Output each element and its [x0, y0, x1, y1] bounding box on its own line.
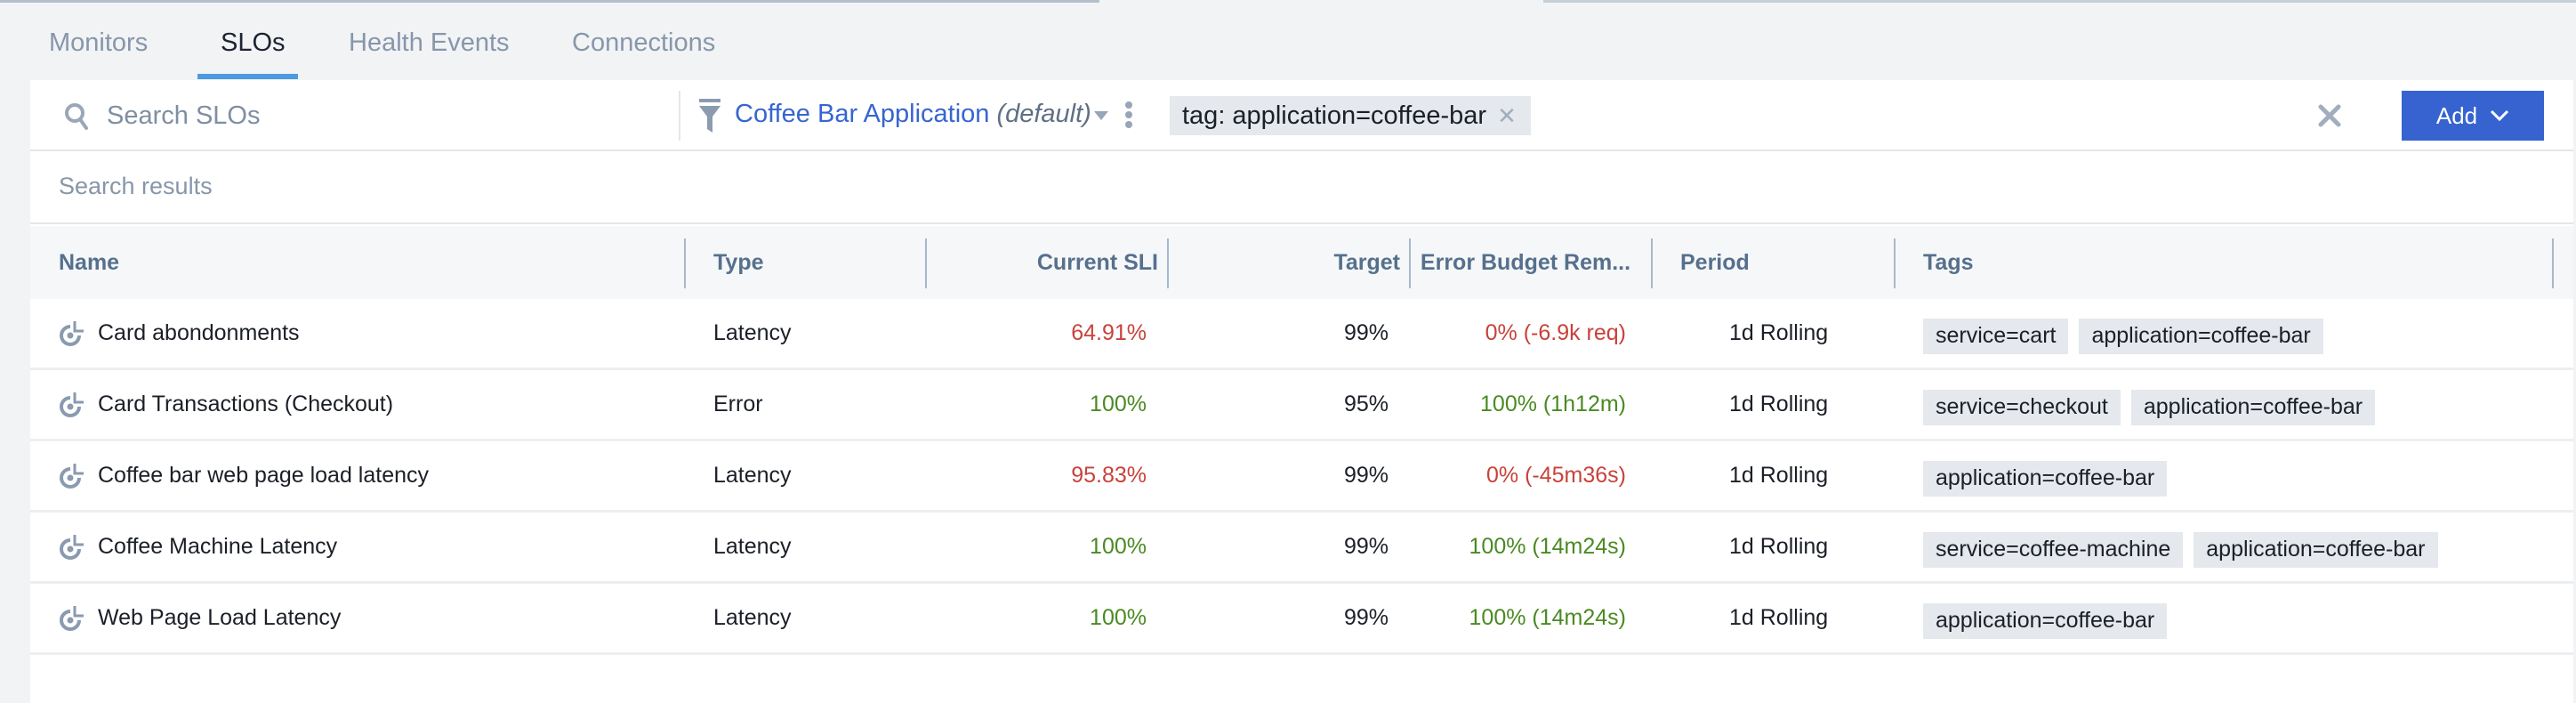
- slo-name-link[interactable]: Coffee bar web page load latency: [98, 463, 429, 489]
- filter-chip-label: tag: application=coffee-bar: [1182, 101, 1487, 130]
- target-value: 99%: [1343, 463, 1389, 488]
- error-budget-value: 100% (1h12m): [1480, 392, 1626, 416]
- slo-name-cell: Card abondonments: [59, 299, 300, 368]
- add-button[interactable]: Add: [2402, 91, 2544, 141]
- slo-type: Latency: [713, 605, 792, 630]
- current-sli-value: 64.91%: [1071, 320, 1147, 345]
- slo-name-link[interactable]: Coffee Machine Latency: [98, 534, 337, 560]
- caret-down-icon[interactable]: [1094, 111, 1108, 120]
- column-header-tags[interactable]: Tags: [1923, 226, 1974, 299]
- column-header-target[interactable]: Target: [1167, 226, 1400, 299]
- slo-name-cell: Card Transactions (Checkout): [59, 370, 393, 439]
- table-row[interactable]: Coffee Machine Latency Latency 100% 99% …: [30, 513, 2573, 584]
- tag-chip[interactable]: application=coffee-bar: [2079, 318, 2323, 354]
- column-resize-handle[interactable]: [1894, 238, 1896, 288]
- slo-icon: [60, 605, 84, 631]
- slo-type: Latency: [713, 463, 792, 488]
- saved-filter-name: Coffee Bar Application: [735, 100, 990, 128]
- slo-type: Latency: [713, 534, 792, 559]
- chevron-down-icon: [2491, 109, 2509, 122]
- slo-name-link[interactable]: Card Transactions (Checkout): [98, 392, 393, 417]
- tab-bar: Monitors SLOs Health Events Connections: [0, 0, 2576, 80]
- table-body: Card abondonments Latency 64.91% 99% 0% …: [30, 299, 2573, 655]
- slo-icon: [60, 534, 84, 560]
- column-resize-handle[interactable]: [2552, 238, 2554, 288]
- filter-icon: [699, 99, 720, 133]
- search-results-label: Search results: [59, 173, 213, 199]
- target-value: 99%: [1343, 320, 1389, 345]
- tab-health-events[interactable]: Health Events: [349, 28, 510, 58]
- table-header: Name Type Current SLI Target Error Budge…: [30, 226, 2573, 299]
- period-value: 1d Rolling: [1729, 320, 1829, 345]
- column-header-current-sli[interactable]: Current SLI: [925, 226, 1158, 299]
- slo-type: Error: [713, 392, 763, 416]
- slo-name-cell: Coffee bar web page load latency: [59, 441, 429, 510]
- current-sli-value: 95.83%: [1071, 463, 1147, 488]
- active-tab-indicator: [197, 74, 298, 79]
- error-budget-value: 0% (-45m36s): [1486, 463, 1626, 488]
- current-sli-value: 100%: [1090, 605, 1147, 630]
- column-resize-handle[interactable]: [684, 238, 686, 288]
- slo-icon: [60, 320, 84, 346]
- tag-chip[interactable]: application=coffee-bar: [2130, 389, 2376, 425]
- error-budget-value: 0% (-6.9k req): [1485, 320, 1626, 345]
- tags-cell: service=cart application=coffee-bar: [1923, 299, 2334, 368]
- slo-name-cell: Coffee Machine Latency: [59, 513, 337, 581]
- search-toolbar: Coffee Bar Application(default) tag: app…: [30, 80, 2573, 151]
- add-button-label: Add: [2435, 101, 2478, 129]
- error-budget-value: 100% (14m24s): [1469, 534, 1626, 559]
- tags-cell: service=coffee-machine application=coffee…: [1923, 513, 2449, 581]
- period-value: 1d Rolling: [1729, 534, 1829, 559]
- slo-panel: Coffee Bar Application(default) tag: app…: [30, 80, 2573, 703]
- slo-name-link[interactable]: Web Page Load Latency: [98, 605, 341, 631]
- saved-filter-selector[interactable]: Coffee Bar Application (default): [735, 100, 1091, 129]
- tab-slos[interactable]: SLOs: [221, 28, 286, 58]
- column-header-period[interactable]: Period: [1680, 226, 1750, 299]
- error-budget-value: 100% (14m24s): [1469, 605, 1626, 630]
- search-icon: [65, 103, 88, 130]
- target-value: 99%: [1343, 534, 1389, 559]
- tags-cell: application=coffee-bar: [1923, 441, 2178, 510]
- slo-icon: [60, 392, 84, 417]
- saved-filter-default-label: (default): [996, 100, 1091, 128]
- slo-name-cell: Web Page Load Latency: [59, 584, 341, 652]
- table-row[interactable]: Web Page Load Latency Latency 100% 99% 1…: [30, 584, 2573, 655]
- remove-chip-icon[interactable]: ✕: [1497, 102, 1517, 130]
- tab-monitors[interactable]: Monitors: [49, 28, 148, 58]
- search-results-header: [30, 151, 2573, 224]
- tag-chip[interactable]: application=coffee-bar: [1923, 460, 2168, 497]
- tab-connections[interactable]: Connections: [572, 28, 715, 58]
- target-value: 95%: [1343, 392, 1389, 416]
- column-resize-handle[interactable]: [1651, 238, 1653, 288]
- slo-type: Latency: [713, 320, 792, 345]
- table-row[interactable]: Card abondonments Latency 64.91% 99% 0% …: [30, 299, 2573, 370]
- table-row[interactable]: Coffee bar web page load latency Latency…: [30, 441, 2573, 513]
- period-value: 1d Rolling: [1729, 392, 1829, 416]
- filter-chip: tag: application=coffee-bar ✕: [1170, 96, 1531, 135]
- more-options-icon[interactable]: [1124, 101, 1133, 132]
- column-header-name[interactable]: Name: [59, 226, 119, 299]
- current-sli-value: 100%: [1090, 534, 1147, 559]
- clear-search-icon[interactable]: [2312, 98, 2347, 133]
- column-header-type[interactable]: Type: [713, 226, 764, 299]
- tag-chip[interactable]: service=checkout: [1923, 389, 2121, 425]
- current-sli-value: 100%: [1090, 392, 1147, 416]
- period-value: 1d Rolling: [1729, 463, 1829, 488]
- tags-cell: application=coffee-bar: [1923, 584, 2178, 652]
- slo-name-link[interactable]: Card abondonments: [98, 320, 300, 346]
- tag-chip[interactable]: service=coffee-machine: [1923, 531, 2184, 568]
- slo-icon: [60, 463, 84, 489]
- column-header-error-budget[interactable]: Error Budget Rem...: [1409, 226, 1642, 299]
- tags-cell: service=checkout application=coffee-bar: [1923, 370, 2386, 439]
- search-input[interactable]: [107, 96, 685, 135]
- toolbar-divider: [679, 91, 680, 141]
- tag-chip[interactable]: service=cart: [1923, 318, 2069, 354]
- tag-chip[interactable]: application=coffee-bar: [1923, 602, 2168, 639]
- target-value: 99%: [1343, 605, 1389, 630]
- period-value: 1d Rolling: [1729, 605, 1829, 630]
- tag-chip[interactable]: application=coffee-bar: [2194, 531, 2438, 568]
- table-row[interactable]: Card Transactions (Checkout) Error 100% …: [30, 370, 2573, 441]
